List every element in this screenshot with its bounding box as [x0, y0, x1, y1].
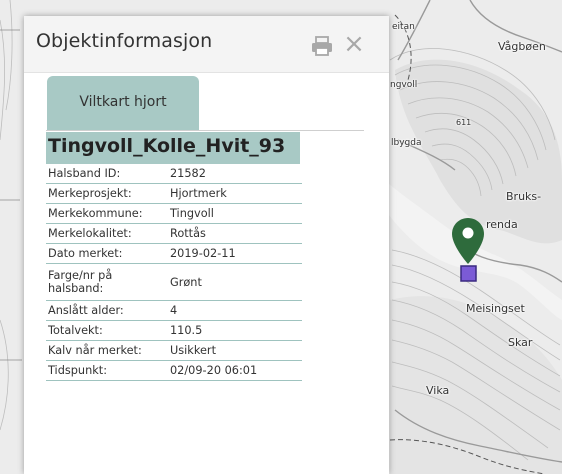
attribute-value: 02/09-20 06:01 [168, 360, 302, 381]
attribute-key: Farge/nr på halsband: [46, 263, 168, 301]
attribute-value: 110.5 [168, 320, 302, 341]
attribute-value: Rottås [168, 223, 302, 244]
attribute-key: Kalv når merket: [46, 340, 168, 361]
table-row: Halsband ID: 21582 [46, 164, 302, 184]
map-label-ngvoll: ngvoll [390, 80, 418, 90]
attribute-value: Usikkert [168, 340, 302, 361]
table-row: Merkelokalitet: Rottås [46, 223, 302, 244]
map-label-bruks: Bruks- [506, 190, 542, 203]
table-row: Farge/nr på halsband: Grønt [46, 263, 302, 301]
attribute-table: Halsband ID: 21582 Merkeprosjekt: Hjortm… [46, 164, 302, 381]
table-row: Anslått alder: 4 [46, 300, 302, 321]
attribute-value: 21582 [168, 164, 302, 184]
attribute-key: Tidspunkt: [46, 360, 168, 381]
printer-icon[interactable] [311, 36, 333, 56]
tab-label: Viltkart hjort [79, 94, 167, 110]
map-label-eitan: eitan [392, 22, 415, 32]
map-label-renda: renda [486, 218, 518, 231]
location-point-marker [460, 265, 477, 282]
object-info-panel: Objektinformasjon × Viltkart hjort Tingv… [24, 16, 389, 474]
map-pin-icon[interactable] [450, 216, 486, 284]
map-label-vika: Vika [426, 384, 450, 397]
attribute-value: Grønt [168, 263, 302, 301]
table-row: Merkekommune: Tingvoll [46, 203, 302, 224]
attribute-value: Hjortmerk [168, 183, 302, 204]
object-name: Tingvoll_Kolle_Hvit_93 [48, 135, 286, 157]
object-title-bar: Tingvoll_Kolle_Hvit_93 [46, 132, 300, 164]
attribute-key: Merkelokalitet: [46, 223, 168, 244]
attribute-value: 4 [168, 300, 302, 321]
attribute-key: Merkeprosjekt: [46, 183, 168, 204]
attribute-key: Dato merket: [46, 243, 168, 264]
map-label-meisingset: Meisingset [466, 302, 525, 315]
map-label-elevation: 611 [456, 118, 472, 127]
attribute-key: Totalvekt: [46, 320, 168, 341]
attribute-key: Halsband ID: [46, 164, 168, 184]
attribute-key: Merkekommune: [46, 203, 168, 224]
table-row: Totalvekt: 110.5 [46, 320, 302, 341]
tab-divider [46, 130, 364, 131]
panel-header: Objektinformasjon × [24, 16, 389, 73]
panel-title: Objektinformasjon [36, 30, 213, 52]
map-label-lbygda: lbygda [391, 138, 422, 148]
map-label-skar: Skar [508, 336, 533, 349]
table-row: Merkeprosjekt: Hjortmerk [46, 183, 302, 204]
attribute-value: 2019-02-11 [168, 243, 302, 264]
table-row: Tidspunkt: 02/09-20 06:01 [46, 360, 302, 381]
attribute-key: Anslått alder: [46, 300, 168, 321]
table-row: Kalv når merket: Usikkert [46, 340, 302, 361]
map-label-vagboen: Vågbøen [498, 40, 546, 53]
attribute-value: Tingvoll [168, 203, 302, 224]
tab-viltkart-hjort[interactable]: Viltkart hjort [47, 76, 199, 131]
close-button[interactable]: × [343, 30, 365, 58]
table-row: Dato merket: 2019-02-11 [46, 243, 302, 264]
